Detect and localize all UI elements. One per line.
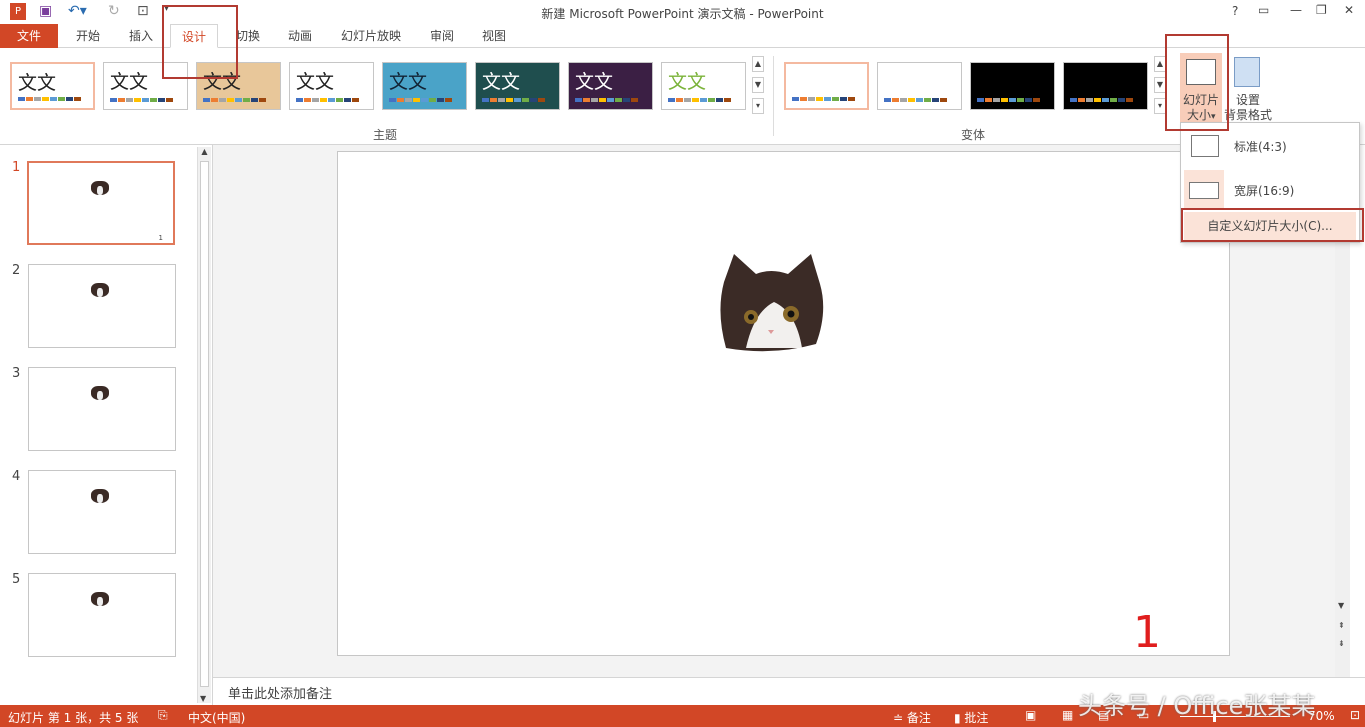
tab-file[interactable]: 文件	[0, 24, 58, 48]
tab-animations[interactable]: 动画	[276, 24, 324, 48]
slide-number: 3	[12, 366, 21, 381]
highlight-custom-size	[1181, 208, 1364, 242]
watermark: 头条号 / Office张某某	[1078, 692, 1316, 720]
slide-counter: 幻灯片 第 1 张，共 5 张	[8, 711, 139, 725]
theme-preview-text: 文文	[389, 71, 428, 93]
scroll-up-icon[interactable]: ▲	[198, 147, 211, 156]
gallery-more-icon[interactable]: ▾	[752, 98, 764, 114]
slide-thumbnail[interactable]	[28, 264, 176, 348]
notes-placeholder[interactable]: 单击此处添加备注	[228, 683, 332, 702]
scroll-thumb[interactable]	[200, 161, 209, 687]
theme-color-swatches	[575, 98, 638, 102]
tab-review[interactable]: 审阅	[420, 24, 464, 48]
maximize-button[interactable]: ❐	[1316, 3, 1327, 17]
theme-preview-text: 文文	[668, 71, 707, 93]
slide-canvas[interactable]: 1	[337, 151, 1230, 658]
slide-thumbnail[interactable]	[28, 573, 176, 657]
theme-preview-text: 文文	[296, 71, 335, 93]
comments-toggle[interactable]: ▮ 批注	[954, 709, 988, 726]
theme-color-swatches	[203, 98, 266, 102]
tab-slideshow[interactable]: 幻灯片放映	[333, 24, 409, 48]
theme-color-swatches	[18, 97, 81, 101]
variant-option[interactable]	[784, 62, 869, 110]
slide-number: 2	[12, 263, 21, 278]
step-annotation: 1	[1133, 607, 1161, 658]
next-slide-icon[interactable]: ⇟	[1338, 639, 1345, 648]
format-background-button[interactable]: 设置 背景格式	[1224, 53, 1276, 123]
fit-to-window-icon[interactable]: ⊡	[1350, 708, 1360, 722]
highlight-design-tab	[162, 5, 238, 79]
variant-option[interactable]	[970, 62, 1055, 110]
theme-color-swatches	[389, 98, 452, 102]
gallery-up-icon[interactable]: ▲	[752, 56, 764, 72]
slide-number: 1	[12, 160, 21, 175]
cat-thumbnail-image	[91, 592, 109, 606]
standard-size-icon	[1191, 135, 1219, 157]
comments-label: 批注	[964, 711, 989, 725]
theme-option[interactable]: 文文	[475, 62, 560, 110]
theme-preview-text: 文文	[18, 72, 57, 94]
group-divider	[773, 56, 774, 136]
theme-option[interactable]: 文文	[382, 62, 467, 110]
slide-thumbnail[interactable]: 1	[27, 161, 175, 245]
normal-view-icon[interactable]: ▣	[1025, 708, 1036, 722]
variant-color-swatches	[1070, 98, 1133, 102]
notes-toggle[interactable]: ≐ 备注	[893, 709, 931, 726]
theme-color-swatches	[296, 98, 359, 102]
theme-option[interactable]: 文文	[568, 62, 653, 110]
widescreen-size-icon	[1189, 182, 1219, 199]
variant-color-swatches	[977, 98, 1040, 102]
slide-thumbnail[interactable]	[28, 367, 176, 451]
cat-thumbnail-image	[91, 181, 109, 195]
cat-image[interactable]	[716, 252, 828, 354]
variant-color-swatches	[792, 97, 855, 101]
theme-preview-text: 文文	[482, 71, 521, 93]
theme-preview-text: 文文	[575, 71, 614, 93]
themes-group-label: 主题	[373, 128, 398, 142]
tab-insert[interactable]: 插入	[117, 24, 165, 48]
spellcheck-icon[interactable]: ⎘	[158, 708, 168, 723]
variant-color-swatches	[884, 98, 947, 102]
widescreen-16-9-option[interactable]: 宽屏(16:9)	[1181, 167, 1359, 211]
variant-option[interactable]	[877, 62, 962, 110]
slide-sorter-icon[interactable]: ▦	[1062, 708, 1073, 722]
theme-preview-text: 文文	[110, 71, 149, 93]
option-label: 标准(4:3)	[1234, 140, 1287, 154]
ribbon-display-button[interactable]: ▭	[1258, 3, 1269, 17]
close-button[interactable]: ✕	[1344, 3, 1354, 17]
help-button[interactable]: ?	[1232, 4, 1238, 18]
tab-home[interactable]: 开始	[64, 24, 112, 48]
theme-option[interactable]: 文文	[10, 62, 95, 110]
format-bg-label-2: 背景格式	[1224, 108, 1273, 122]
slide-page-number: 1	[158, 234, 163, 242]
scroll-down-icon[interactable]: ▼	[200, 694, 206, 703]
paint-bucket-icon	[1234, 57, 1260, 87]
variants-group-label: 变体	[961, 128, 986, 142]
thumbnails-scrollbar[interactable]: ▲ ▼	[197, 147, 211, 703]
scroll-down-icon[interactable]: ▼	[1338, 601, 1344, 610]
variant-option[interactable]	[1063, 62, 1148, 110]
notes-label: 备注	[906, 711, 931, 725]
cat-thumbnail-image	[91, 386, 109, 400]
cat-thumbnail-image	[91, 283, 109, 297]
theme-option[interactable]: 文文	[289, 62, 374, 110]
theme-color-swatches	[110, 98, 173, 102]
slide-number: 5	[12, 572, 21, 587]
option-label: 宽屏(16:9)	[1234, 184, 1295, 198]
cat-thumbnail-image	[91, 489, 109, 503]
theme-color-swatches	[482, 98, 545, 102]
highlight-slide-size	[1165, 34, 1229, 131]
slide-number: 4	[12, 469, 21, 484]
language-indicator[interactable]: 中文(中国)	[188, 709, 245, 726]
slide-thumbnail[interactable]	[28, 470, 176, 554]
minimize-button[interactable]: —	[1290, 3, 1302, 17]
prev-slide-icon[interactable]: ⇞	[1338, 621, 1345, 630]
gallery-down-icon[interactable]: ▼	[752, 77, 764, 93]
theme-color-swatches	[668, 98, 731, 102]
theme-option[interactable]: 文文	[661, 62, 746, 110]
tab-view[interactable]: 视图	[472, 24, 516, 48]
